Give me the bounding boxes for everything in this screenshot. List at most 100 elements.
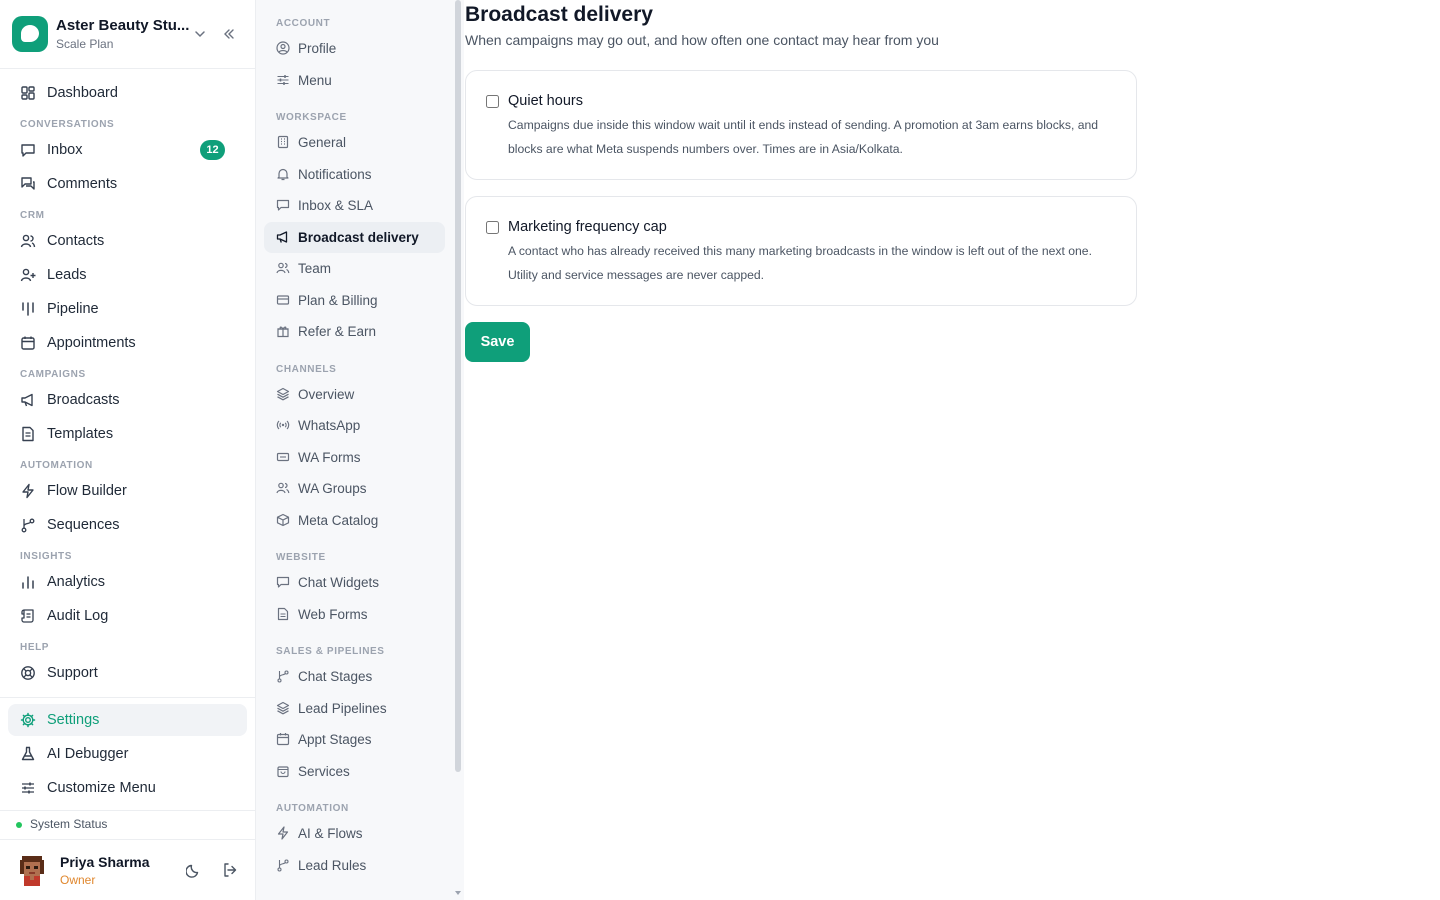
quiet-hours-checkbox[interactable]	[486, 95, 499, 108]
settings-item-label: Chat Stages	[298, 669, 373, 684]
settings-item-whatsapp[interactable]: WhatsApp	[264, 410, 445, 441]
form-icon	[276, 450, 290, 464]
workspace-logo	[12, 16, 48, 52]
settings-item-web-forms[interactable]: Web Forms	[264, 599, 445, 630]
sidebar-item-templates[interactable]: Templates	[8, 418, 247, 450]
settings-item-lead-pipelines[interactable]: Lead Pipelines	[264, 693, 445, 724]
settings-item-inbox-sla[interactable]: Inbox & SLA	[264, 190, 445, 221]
users-icon	[276, 481, 290, 495]
sidebar-item-dashboard[interactable]: Dashboard	[8, 77, 247, 109]
section-conversations: CONVERSATIONS	[20, 119, 115, 130]
settings-item-appt-stages[interactable]: Appt Stages	[264, 724, 445, 755]
sidebar-item-ai-debugger[interactable]: AI Debugger	[8, 738, 247, 770]
sidebar-divider	[0, 697, 255, 698]
sidebar-divider	[0, 810, 255, 811]
save-button[interactable]: Save	[465, 322, 530, 362]
settings-item-chat-widgets[interactable]: Chat Widgets	[264, 567, 445, 598]
user-role: Owner	[60, 873, 96, 887]
user-name: Priya Sharma	[60, 854, 150, 870]
settings-nav: ACCOUNT Profile Menu WORKSPACE General N…	[256, 0, 464, 900]
settings-item-team[interactable]: Team	[264, 253, 445, 284]
system-status-link[interactable]: System Status	[30, 817, 107, 831]
sidebar-item-broadcasts[interactable]: Broadcasts	[8, 384, 247, 416]
settings-item-label: Team	[298, 261, 332, 276]
settings-item-label: Broadcast delivery	[298, 230, 419, 245]
sidebar-item-label: AI Debugger	[47, 746, 129, 762]
branch-icon	[276, 858, 290, 872]
settings-item-label: Meta Catalog	[298, 513, 379, 528]
sidebar-item-appointments[interactable]: Appointments	[8, 327, 247, 359]
sidebar-item-flow-builder[interactable]: Flow Builder	[8, 475, 247, 507]
section-crm: CRM	[20, 210, 45, 221]
layers-icon	[276, 701, 290, 715]
frequency-cap-checkbox[interactable]	[486, 221, 499, 234]
sidebar-item-comments[interactable]: Comments	[8, 168, 247, 200]
settings-item-overview[interactable]: Overview	[264, 379, 445, 410]
logout-icon[interactable]	[222, 862, 238, 878]
settings-item-profile[interactable]: Profile	[264, 33, 445, 64]
user-plus-icon	[20, 267, 36, 283]
chevron-down-icon[interactable]	[193, 27, 207, 41]
settings-item-label: Inbox & SLA	[298, 198, 374, 213]
sidebar-item-audit-log[interactable]: Audit Log	[8, 600, 247, 632]
branch-icon	[20, 517, 36, 533]
settings-item-wa-groups[interactable]: WA Groups	[264, 473, 445, 504]
gift-icon	[276, 324, 290, 338]
section-automation: AUTOMATION	[276, 803, 349, 814]
scroll-icon	[20, 608, 36, 624]
quiet-hours-card: Quiet hours Campaigns due inside this wi…	[465, 70, 1137, 180]
sidebar-item-pipeline[interactable]: Pipeline	[8, 293, 247, 325]
section-help: HELP	[20, 642, 50, 653]
settings-item-menu[interactable]: Menu	[264, 65, 445, 96]
section-insights: INSIGHTS	[20, 551, 73, 562]
sidebar-item-settings[interactable]: Settings	[8, 704, 247, 736]
settings-item-label: Plan & Billing	[298, 293, 378, 308]
status-dot-icon	[16, 822, 22, 828]
sidebar-item-label: Dashboard	[47, 85, 118, 101]
sidebar-item-leads[interactable]: Leads	[8, 259, 247, 291]
sidebar-item-contacts[interactable]: Contacts	[8, 225, 247, 257]
sidebar-item-sequences[interactable]: Sequences	[8, 509, 247, 541]
settings-item-notifications[interactable]: Notifications	[264, 159, 445, 190]
settings-item-general[interactable]: General	[264, 127, 445, 158]
scroll-down-arrow-icon[interactable]	[454, 889, 462, 897]
settings-nav-scrollbar[interactable]	[455, 0, 461, 772]
sidebar-item-analytics[interactable]: Analytics	[8, 566, 247, 598]
quiet-hours-description: Campaigns due inside this window wait un…	[508, 118, 1099, 156]
settings-item-meta-catalog[interactable]: Meta Catalog	[264, 505, 445, 536]
settings-item-label: Notifications	[298, 167, 372, 182]
calendar-icon	[276, 732, 290, 746]
building-icon	[276, 135, 290, 149]
sliders-icon	[20, 780, 36, 796]
sidebar-item-inbox[interactable]: Inbox 12	[8, 134, 247, 166]
settings-item-label: WhatsApp	[298, 418, 361, 433]
sidebar-item-label: Broadcasts	[47, 392, 120, 408]
sliders-icon	[276, 73, 290, 87]
moon-icon[interactable]	[186, 862, 202, 878]
settings-item-refer-earn[interactable]: Refer & Earn	[264, 316, 445, 347]
settings-item-plan-billing[interactable]: Plan & Billing	[264, 285, 445, 316]
settings-item-label: Web Forms	[298, 607, 368, 622]
sidebar-item-support[interactable]: Support	[8, 657, 247, 689]
settings-item-ai-flows[interactable]: AI & Flows	[264, 818, 445, 849]
settings-item-label: WA Forms	[298, 450, 361, 465]
settings-item-lead-rules[interactable]: Lead Rules	[264, 850, 445, 881]
users-icon	[276, 261, 290, 275]
section-website: WEBSITE	[276, 552, 326, 563]
settings-item-label: Chat Widgets	[298, 575, 380, 590]
avatar[interactable]	[18, 854, 46, 886]
settings-item-label: Lead Pipelines	[298, 701, 387, 716]
document-icon	[20, 426, 36, 442]
settings-item-label: Lead Rules	[298, 858, 367, 873]
settings-item-broadcast-delivery[interactable]: Broadcast delivery	[264, 222, 445, 253]
collapse-sidebar-icon[interactable]	[222, 27, 236, 41]
workspace-switcher[interactable]: Aster Beauty Stu... Scale Plan	[0, 0, 255, 69]
sidebar-item-label: Customize Menu	[47, 780, 156, 796]
settings-item-services[interactable]: Services	[264, 756, 445, 787]
user-circle-icon	[276, 41, 290, 55]
package-icon	[276, 513, 290, 527]
settings-item-wa-forms[interactable]: WA Forms	[264, 442, 445, 473]
sidebar-item-customize-menu[interactable]: Customize Menu	[8, 772, 247, 804]
settings-item-label: AI & Flows	[298, 826, 363, 841]
settings-item-chat-stages[interactable]: Chat Stages	[264, 661, 445, 692]
